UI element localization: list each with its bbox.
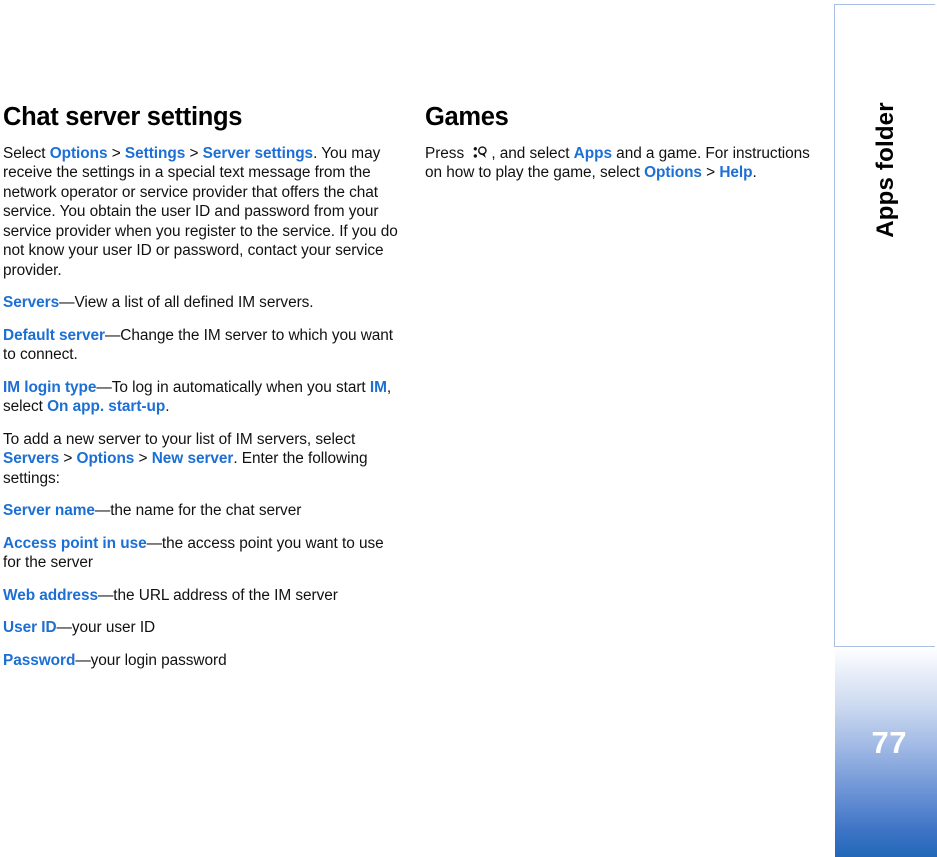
text-run: > — [185, 144, 203, 162]
menu-key-icon — [473, 145, 488, 160]
ui-term: Options — [49, 144, 108, 162]
ui-term: Apps — [573, 144, 612, 162]
ui-term: Password — [3, 651, 76, 669]
text-run: —View a list of all defined IM servers. — [59, 294, 314, 312]
text-run: . — [752, 164, 757, 182]
text-run: —the name for the chat server — [94, 502, 302, 520]
ui-term: Servers — [3, 294, 60, 312]
page-number: 77 — [871, 725, 907, 760]
text-run: > — [59, 450, 77, 468]
paragraph-games-intro: Press , and select Apps and a game. For … — [425, 144, 823, 183]
text-run: > — [134, 450, 152, 468]
ui-term: Servers — [3, 450, 60, 468]
ui-term: Default server — [3, 326, 105, 344]
page-title-games: Games — [425, 103, 509, 131]
sidebar-frame: Apps folder — [834, 4, 935, 647]
paragraph-intro: Select Options > Settings > Server setti… — [3, 144, 401, 281]
paragraph-password: Password—your login password — [3, 651, 401, 671]
text-run: Press — [425, 144, 469, 162]
text-run: > — [701, 164, 720, 182]
ui-term: Server settings — [202, 144, 314, 162]
ui-term: Web address — [3, 586, 98, 604]
ui-term: Server name — [3, 502, 95, 520]
ui-term: IM — [369, 378, 387, 396]
text-run: To add a new server to your list of IM s… — [3, 430, 356, 448]
ui-term: Options — [76, 450, 135, 468]
ui-term: IM login type — [3, 378, 97, 396]
ui-term: On app. start-up — [47, 398, 166, 416]
chapter-label: Apps folder — [835, 5, 936, 335]
chapter-sidebar: Apps folder 77 — [834, 4, 937, 857]
paragraph-im-login-type: IM login type—To log in automatically wh… — [3, 378, 401, 417]
chapter-label-text: Apps folder — [871, 102, 899, 238]
text-run: . — [165, 398, 170, 416]
paragraph-access-point-in-use: Access point in use—the access point you… — [3, 534, 401, 573]
ui-term: New server — [151, 450, 234, 468]
page-number-panel: 77 — [835, 647, 937, 857]
ui-term: Access point in use — [3, 534, 147, 552]
ui-term: Options — [644, 164, 702, 182]
text-run: Select — [3, 144, 50, 162]
text-run: —To log in automatically when you start — [96, 378, 370, 396]
ui-term: Help — [719, 164, 753, 182]
page-body: Chat server settings Select Options > Se… — [0, 0, 834, 857]
paragraph-web-address: Web address—the URL address of the IM se… — [3, 586, 401, 606]
left-column: Chat server settings Select Options > Se… — [3, 103, 401, 671]
text-run: —your login password — [75, 651, 227, 669]
ui-term: Settings — [124, 144, 186, 162]
text-run: —your user ID — [56, 619, 156, 637]
paragraph-user-id: User ID—your user ID — [3, 618, 401, 638]
page-title-chat-server-settings: Chat server settings — [3, 103, 243, 131]
paragraph-add-new-server: To add a new server to your list of IM s… — [3, 430, 401, 489]
paragraph-server-name: Server name—the name for the chat server — [3, 501, 401, 521]
text-run: > — [107, 144, 125, 162]
text-run: —the URL address of the IM server — [97, 586, 338, 604]
paragraph-default-server: Default server—Change the IM server to w… — [3, 326, 401, 365]
ui-term: User ID — [3, 619, 57, 637]
left-column-paragraphs: Select Options > Settings > Server setti… — [3, 144, 401, 671]
text-run: . You may receive the settings in a spec… — [3, 144, 398, 279]
paragraph-servers: Servers—View a list of all defined IM se… — [3, 293, 401, 313]
right-column: Games Press , and select Apps and a game… — [425, 103, 823, 183]
right-column-paragraphs: Press , and select Apps and a game. For … — [425, 144, 823, 183]
text-run: , and select — [491, 144, 574, 162]
